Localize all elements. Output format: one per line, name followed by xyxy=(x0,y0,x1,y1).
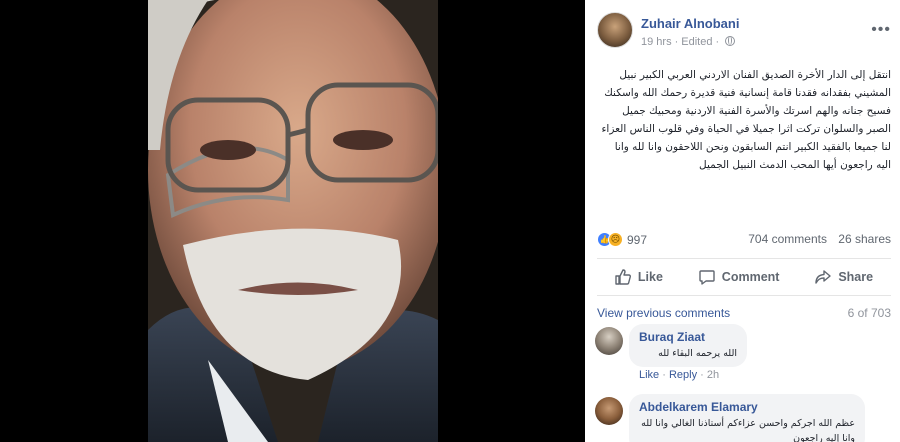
globe-icon[interactable] xyxy=(725,36,736,46)
reaction-count: 997 xyxy=(627,232,648,247)
post-stats: 👍 ☹ 997 704 comments 26 shares xyxy=(597,232,891,250)
author-name[interactable]: Zuhair Alnobani xyxy=(641,16,739,31)
comment-icon xyxy=(699,270,715,285)
post-panel: Zuhair Alnobani 19 hrs · Edited · ••• انتقل… xyxy=(585,0,900,442)
comment-time[interactable]: 2h xyxy=(707,369,719,381)
share-icon xyxy=(815,270,832,284)
share-button[interactable]: Share xyxy=(815,269,873,285)
share-label: Share xyxy=(838,270,874,284)
photo-viewer xyxy=(0,0,585,442)
comment-item: Abdelkarem Elamary عظم الله اجركم واحسن … xyxy=(595,394,895,442)
post-time[interactable]: 19 hrs xyxy=(641,36,672,48)
comment-text: عظم الله اجركم واحسن عزاءكم أستاذنا الغا… xyxy=(641,418,855,442)
engagement-counts: 704 comments 26 shares xyxy=(740,232,891,246)
commenter-name[interactable]: Buraq Ziaat xyxy=(639,330,737,344)
comment-item: Buraq Ziaat الله يرحمه البقاء لله Like ·… xyxy=(595,324,895,384)
reactions-summary[interactable]: 👍 ☹ 997 xyxy=(597,232,647,247)
comments-count[interactable]: 704 comments xyxy=(748,232,827,246)
post-header: Zuhair Alnobani 19 hrs · Edited · ••• xyxy=(597,12,897,52)
thumbs-up-icon xyxy=(615,269,631,285)
commenter-name[interactable]: Abdelkarem Elamary xyxy=(639,400,855,414)
comment-like-link[interactable]: Like xyxy=(639,369,659,381)
sad-icon: ☹ xyxy=(608,232,623,247)
like-label: Like xyxy=(637,270,663,284)
portrait-illustration xyxy=(148,0,438,442)
like-button[interactable]: Like xyxy=(615,269,663,285)
author-avatar[interactable] xyxy=(597,12,633,48)
comment-bubble: Abdelkarem Elamary عظم الله اجركم واحسن … xyxy=(629,394,865,442)
shares-count[interactable]: 26 shares xyxy=(838,232,891,246)
comment-bubble: Buraq Ziaat الله يرحمه البقاء لله xyxy=(629,324,747,367)
commenter-avatar[interactable] xyxy=(595,397,623,425)
comment-text: الله يرحمه البقاء لله xyxy=(658,348,737,359)
comment-reply-link[interactable]: Reply xyxy=(669,369,697,381)
more-options-icon[interactable]: ••• xyxy=(871,22,891,38)
edited-label[interactable]: Edited xyxy=(681,36,712,48)
post-photo[interactable] xyxy=(148,0,438,442)
comment-actions: Like · Reply · 2h xyxy=(639,369,720,381)
post-text: انتقل إلى الدار الأخرة الصديق الفنان الا… xyxy=(601,69,891,171)
comment-button[interactable]: Comment xyxy=(699,269,780,285)
commenter-avatar[interactable] xyxy=(595,327,623,355)
post-meta: 19 hrs · Edited · xyxy=(641,36,736,48)
comment-label: Comment xyxy=(721,270,780,284)
comments-pager-count: 6 of 703 xyxy=(847,306,891,320)
post-actions: Like Comment Share xyxy=(597,258,891,296)
view-previous-comments-link[interactable]: View previous comments xyxy=(597,306,730,320)
